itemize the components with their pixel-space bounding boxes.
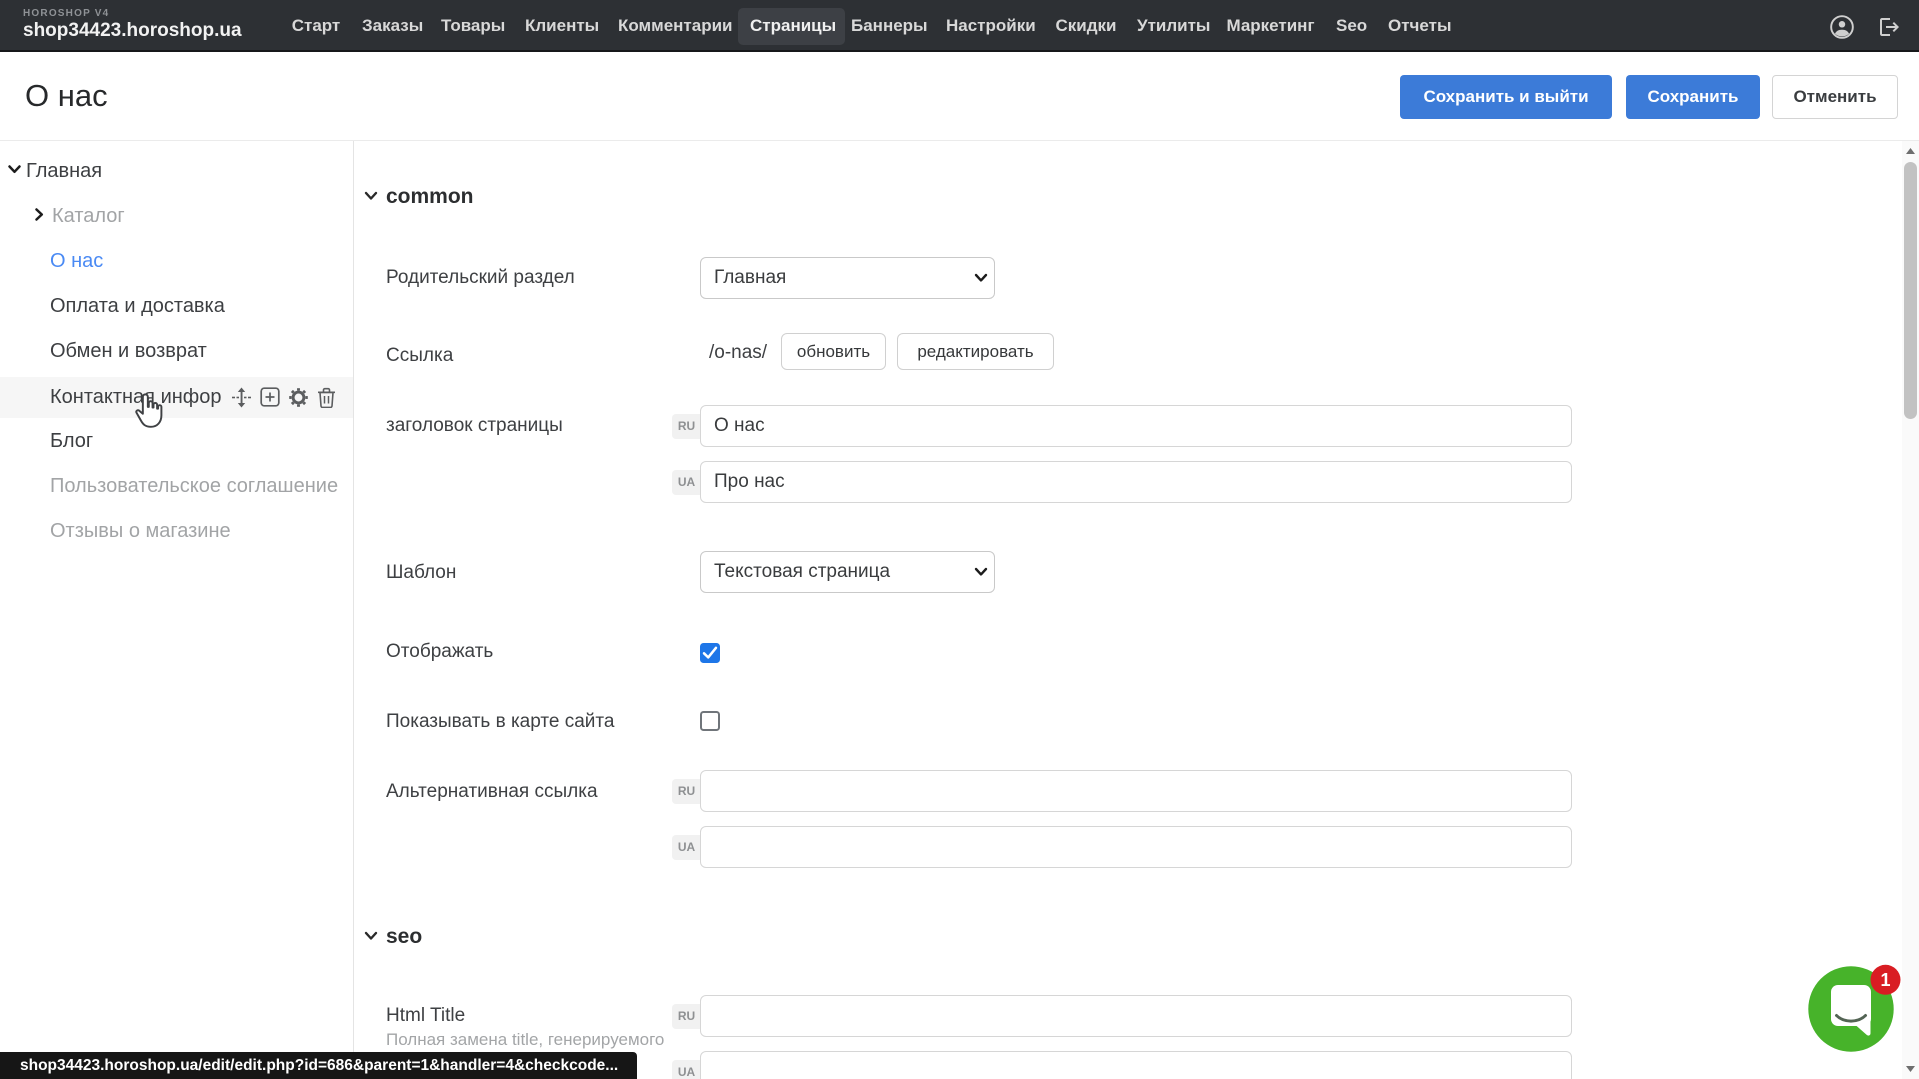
svg-text:1: 1	[1880, 970, 1890, 990]
